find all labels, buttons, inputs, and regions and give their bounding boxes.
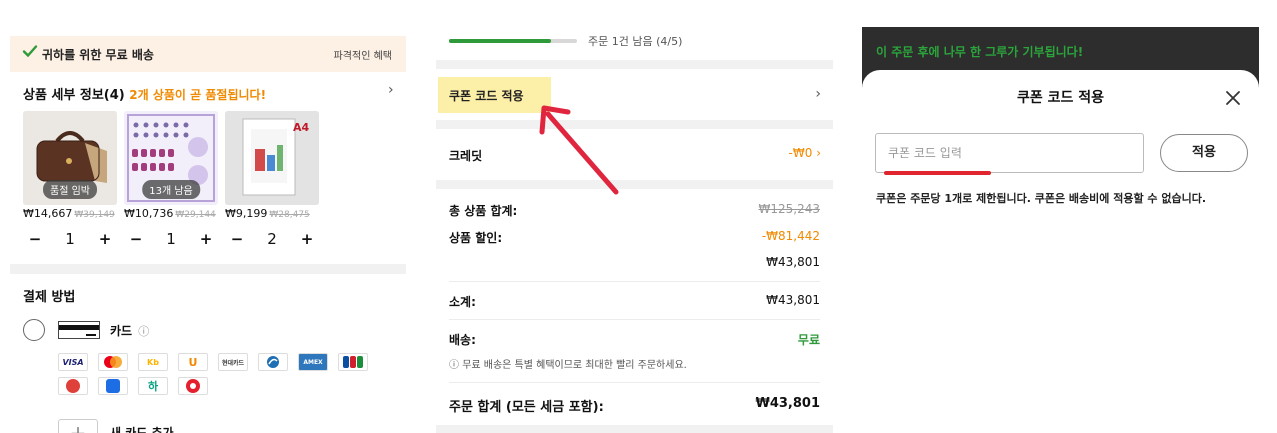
hyundai-card-logo-icon: 현대카드 [218,353,248,371]
original-price: ₩29,144 [175,210,216,220]
payment-method-title: 결제 방법 [23,290,76,305]
product-details-title: 상품 세부 정보(4) [23,88,125,103]
free-shipping-banner: 귀하를 위한 무료 배송 파격적인 혜택 [10,36,406,72]
credit-card-icon [58,321,100,339]
product-details-header[interactable]: 상품 세부 정보(4) 2개 상품이 곧 품절됩니다! [23,84,266,103]
coupon-code-input[interactable] [888,143,1128,163]
chevron-right-icon[interactable]: › [388,82,394,98]
product-price: ₩10,736 ₩29,144 [124,207,216,220]
product-price: ₩14,667 ₩39,149 [23,207,115,220]
original-price: ₩28,475 [269,210,310,220]
a4-tag: A4 [293,121,310,134]
bc-card-logo-icon [58,377,88,395]
product-price: ₩9,199 ₩28,475 [225,207,310,220]
special-offer-link[interactable]: 파격적인 혜택 [334,47,392,62]
quantity-stepper: − 1 + [23,226,117,252]
status-badge: 품절 임박 [43,180,97,199]
red-underline-annotation [884,171,991,175]
mastercard-logo-icon [98,353,128,371]
card-radio[interactable] [23,319,45,341]
card-option[interactable]: 카드 ⓘ [110,322,149,339]
decrease-button[interactable]: − [225,230,249,248]
close-icon[interactable] [1224,89,1242,107]
free-shipping-text: 귀하를 위한 무료 배송 [42,48,154,62]
quantity-value: 1 [65,230,75,248]
lotte-card-logo-icon [178,377,208,395]
product-image-bag[interactable]: 품절 임박 [23,111,117,205]
kb-card-logo-icon: Kb [138,353,168,371]
coupon-limit-note: 쿠폰은 주문당 1개로 제한됩니다. 쿠폰은 배송비에 적용할 수 없습니다. [876,192,1207,205]
coupon-input-wrapper [875,133,1144,175]
amex-logo-icon: AMEX [298,353,328,371]
section-divider [10,264,406,274]
apply-coupon-button[interactable]: 적용 [1160,134,1248,172]
sold-out-warning: 2개 상품이 곧 품절됩니다! [129,88,267,102]
order-summary-panel: 주문 1건 남음 (4/5) 쿠폰 코드 적용 › 크레딧 -₩0 › 총 상품… [436,10,833,433]
help-icon[interactable]: ⓘ [138,325,149,338]
add-card-button[interactable]: + [58,419,98,433]
increase-button[interactable]: + [194,230,218,248]
red-arrow-annotation [539,105,619,195]
quantity-value: 1 [166,230,176,248]
tree-donation-text: 이 주문 후에 나무 한 그루가 기부됩니다! [876,45,1084,59]
sheet-title: 쿠폰 코드 적용 [1016,90,1105,106]
increase-button[interactable]: + [93,230,117,248]
frame-image: A4 [225,111,319,205]
original-price: ₩39,149 [74,210,115,220]
coupon-modal-panel: 이 주문 후에 나무 한 그루가 기부됩니다! 쿠폰 코드 적용 적용 쿠폰은 … [862,27,1259,433]
status-badge: 13개 남음 [142,180,200,199]
current-price: ₩14,667 [23,207,73,220]
visa-logo-icon: VISA [58,353,88,371]
card-label: 카드 [110,324,133,338]
decrease-button[interactable]: − [124,230,148,248]
current-price: ₩9,199 [225,207,268,220]
u-card-logo-icon: U [178,353,208,371]
add-card-label[interactable]: 새 카드 추가 [110,424,174,433]
cart-panel: 귀하를 위한 무료 배송 파격적인 혜택 상품 세부 정보(4) 2개 상품이 … [10,36,406,433]
quantity-value: 2 [267,230,277,248]
product-image-nail[interactable]: 13개 남음 [124,111,218,205]
product-image-frame[interactable]: A4 [225,111,319,205]
current-price: ₩10,736 [124,207,174,220]
samsung-card-logo-icon [98,377,128,395]
shinhan-logo-icon [258,353,288,371]
quantity-stepper: − 1 + [124,226,218,252]
increase-button[interactable]: + [295,230,319,248]
hana-card-logo-icon: 하 [138,377,168,395]
coupon-bottom-sheet: 쿠폰 코드 적용 적용 쿠폰은 주문당 1개로 제한됩니다. 쿠폰은 배송비에 … [862,70,1259,433]
check-icon [22,45,38,58]
jcb-logo-icon [338,353,368,371]
quantity-stepper: − 2 + [225,226,319,252]
decrease-button[interactable]: − [23,230,47,248]
